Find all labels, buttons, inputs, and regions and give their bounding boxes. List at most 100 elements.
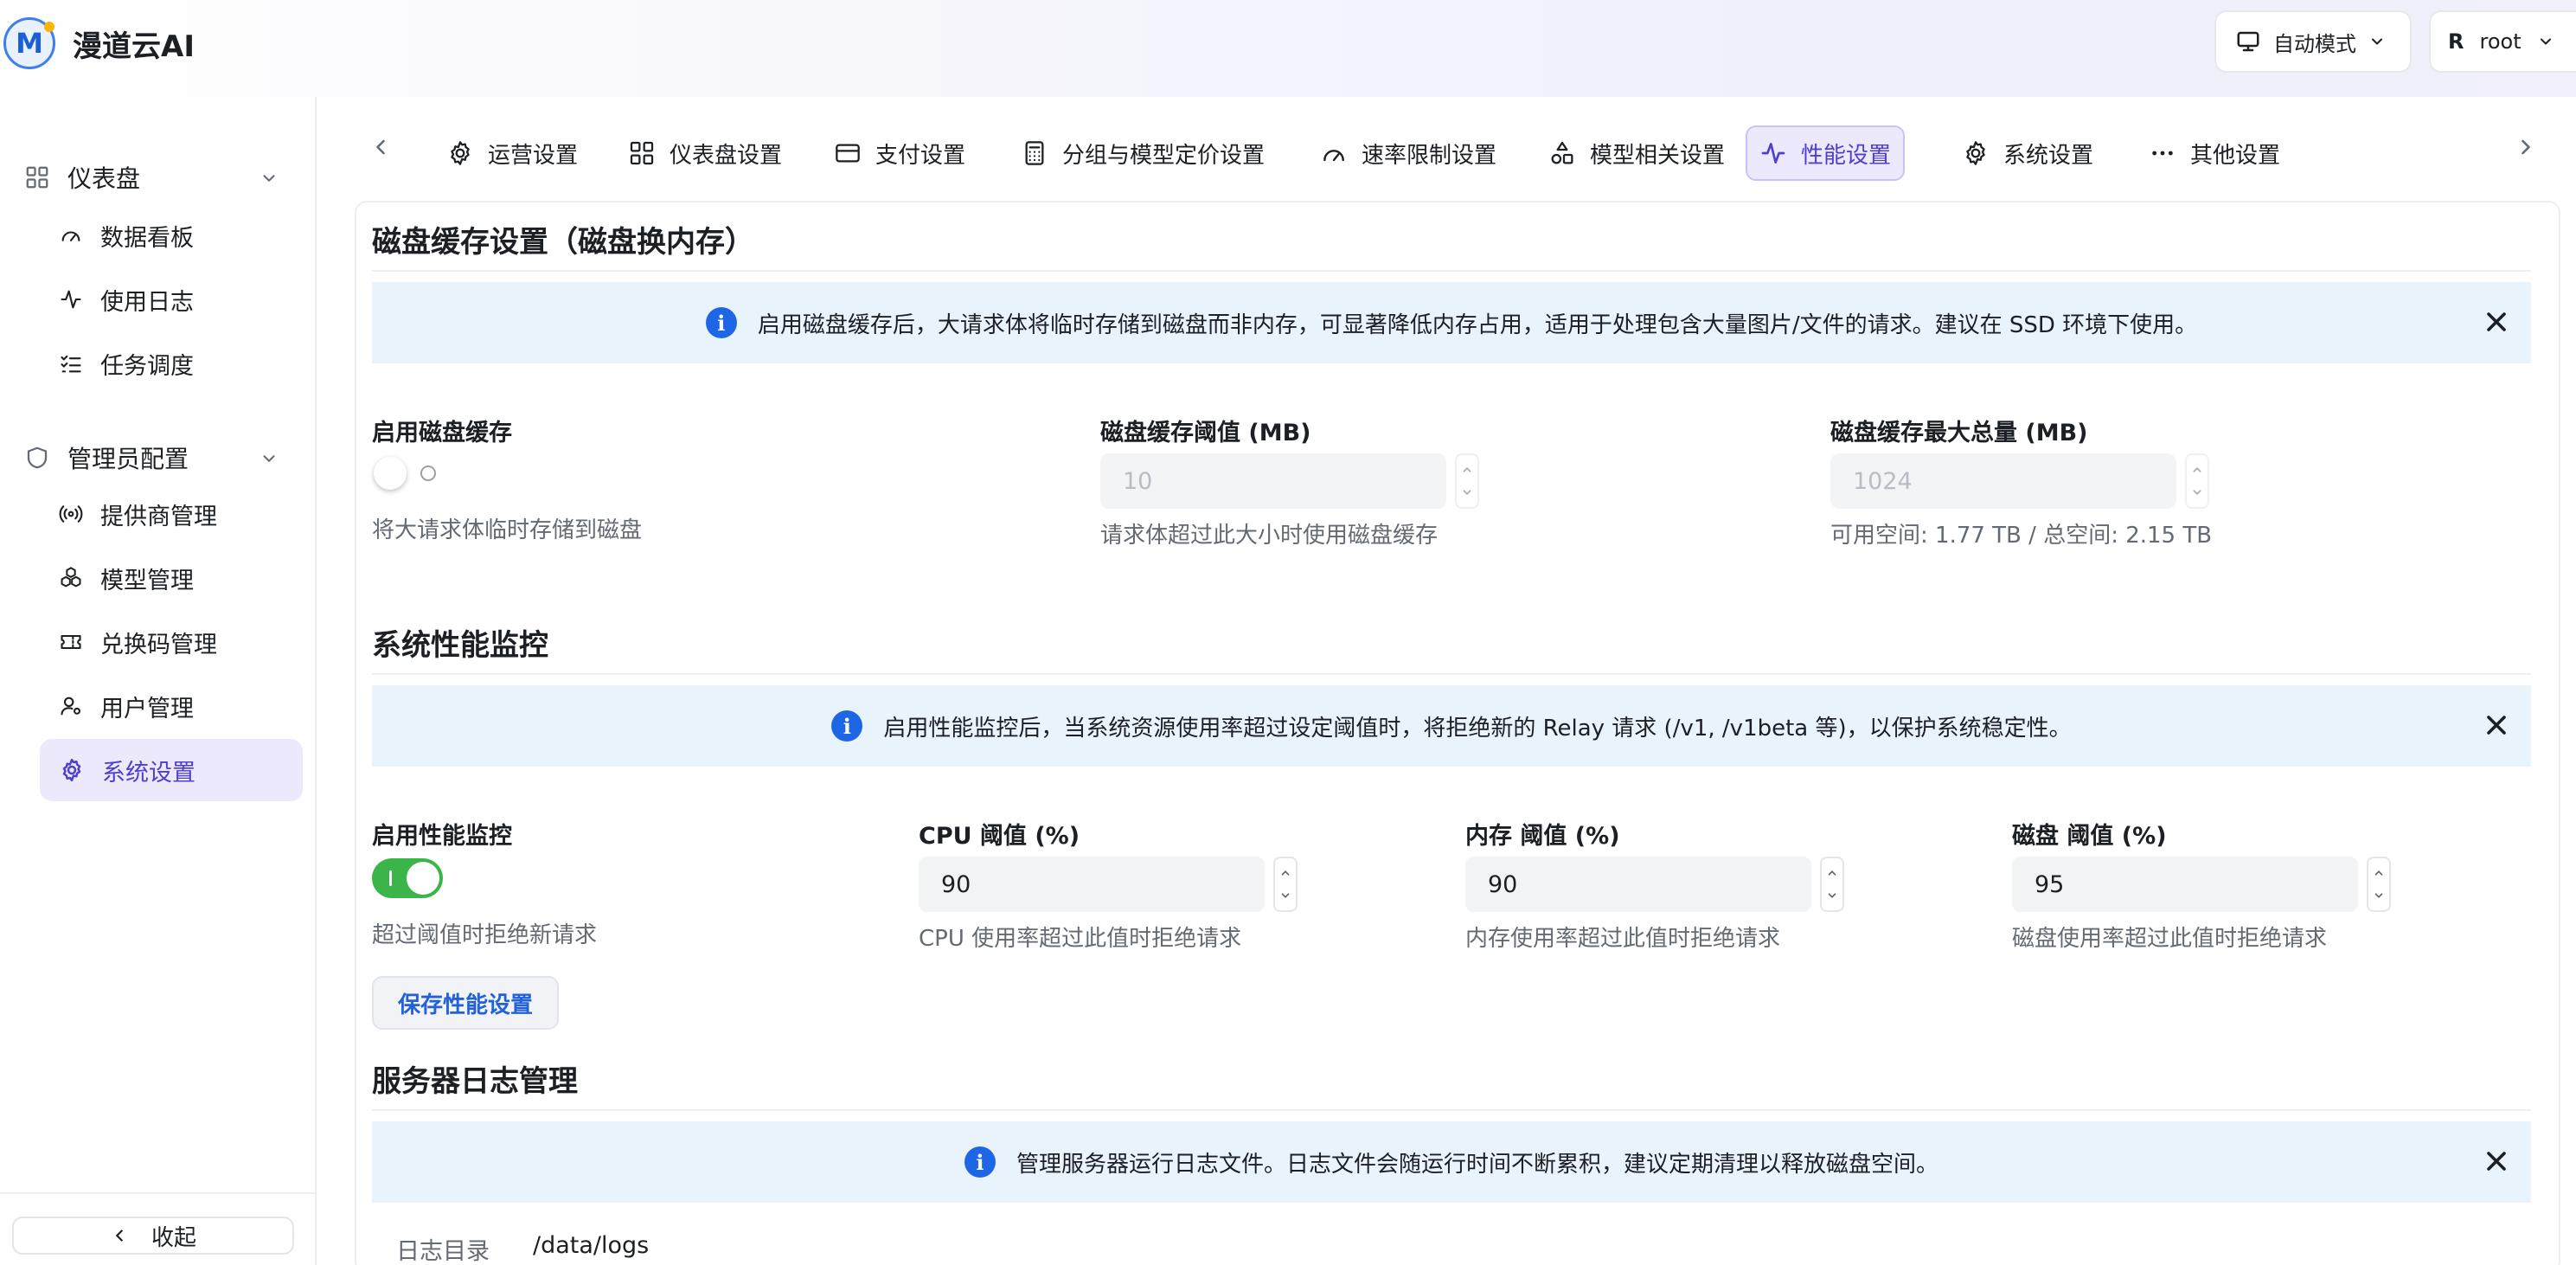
sidebar-item-label: 数据看板: [100, 224, 194, 252]
save-performance-button[interactable]: 保存性能设置: [372, 976, 559, 1030]
sidebar-item-label: 使用日志: [100, 288, 194, 316]
tab-performance-settings[interactable]: 性能设置: [1746, 125, 1906, 181]
disk-cache-threshold-stepper[interactable]: [1455, 453, 1479, 509]
chevron-up-icon[interactable]: [2373, 867, 2385, 879]
close-icon[interactable]: [2481, 1146, 2512, 1177]
toggle-knob: [374, 457, 407, 490]
mem-threshold-help: 内存使用率超过此值时拒绝请求: [1465, 926, 1781, 952]
monitor-icon: [2235, 29, 2261, 55]
chevron-up-icon[interactable]: [1461, 464, 1473, 476]
settings-tabs: 运营设置 仪表盘设置 支付设置 分组与模型定价设置 速率限制设置 模型相关设置: [317, 97, 2576, 201]
perf-monitor-section-title: 系统性能监控: [372, 628, 548, 663]
chevron-up-icon[interactable]: [1826, 867, 1838, 879]
tabs-scroll-right-icon[interactable]: [2514, 135, 2538, 159]
disk-threshold-help: 磁盘使用率超过此值时拒绝请求: [2012, 926, 2328, 952]
sidebar-item-data-dashboard[interactable]: 数据看板: [40, 204, 303, 266]
sidebar-item-label: 系统设置: [102, 759, 195, 787]
collapse-label: 收起: [151, 1224, 196, 1251]
disk-cache-toggle[interactable]: [372, 455, 439, 491]
chevron-down-icon[interactable]: [1826, 889, 1838, 902]
sidebar-item-label: 兑换码管理: [100, 631, 217, 658]
disk-cache-threshold-help: 请求体超过此大小时使用磁盘缓存: [1100, 523, 1439, 549]
log-dir-value: /data/logs: [533, 1232, 650, 1259]
disk-cache-max-help: 可用空间: 1.77 TB / 总空间: 2.15 TB: [1830, 523, 2213, 549]
input-value: 95: [2035, 870, 2065, 898]
sidebar-group-dashboard[interactable]: 仪表盘: [0, 149, 317, 206]
theme-mode-label: 自动模式: [2273, 31, 2356, 56]
chevron-up-icon[interactable]: [1279, 867, 1291, 879]
mem-threshold-stepper[interactable]: [1820, 857, 1844, 912]
sidebar-item-system-settings[interactable]: 系统设置: [40, 739, 303, 801]
sidebar-item-users[interactable]: 用户管理: [40, 675, 303, 737]
chevron-down-icon: [260, 449, 279, 468]
tab-dashboard-settings[interactable]: 仪表盘设置: [616, 125, 794, 181]
toggle-on-indicator: [389, 870, 392, 886]
sidebar-item-models[interactable]: 模型管理: [40, 547, 303, 609]
sidebar-divider: [0, 1192, 317, 1194]
sidebar-group-label: 管理员配置: [67, 445, 189, 473]
section-divider: [372, 673, 2531, 675]
tab-other-settings[interactable]: 其他设置: [2137, 125, 2292, 181]
app-brand[interactable]: M 漫道云AI: [3, 17, 195, 69]
mem-threshold-label: 内存 阈值 (%): [1465, 823, 1620, 850]
cpu-threshold-help: CPU 使用率超过此值时拒绝请求: [919, 926, 1242, 952]
mem-threshold-input[interactable]: 90: [1465, 857, 1811, 912]
cpu-threshold-input[interactable]: 90: [919, 857, 1265, 912]
disk-cache-info-banner: i 启用磁盘缓存后，大请求体将临时存储到磁盘而非内存，可显著降低内存占用，适用于…: [372, 282, 2531, 363]
section-divider: [372, 1109, 2531, 1111]
tab-payment-settings[interactable]: 支付设置: [822, 125, 977, 181]
cubes-icon: [59, 566, 83, 590]
grid-icon: [628, 139, 656, 167]
perf-monitor-toggle[interactable]: [372, 858, 443, 898]
tab-group-pricing-settings[interactable]: 分组与模型定价设置: [1009, 125, 1277, 181]
sidebar-group-admin[interactable]: 管理员配置: [0, 429, 317, 486]
close-icon[interactable]: [2481, 710, 2512, 741]
chevron-up-icon[interactable]: [2191, 464, 2203, 476]
tabs-scroll-left-icon[interactable]: [368, 135, 393, 159]
sidebar-item-label: 提供商管理: [100, 503, 217, 530]
calculator-icon: [1021, 139, 1048, 167]
disk-cache-threshold-input[interactable]: 10: [1100, 453, 1446, 509]
logo-letter: M: [16, 27, 43, 60]
collapse-sidebar-button[interactable]: 收起: [12, 1217, 294, 1255]
sidebar-item-redeem-codes[interactable]: 兑换码管理: [40, 611, 303, 673]
tab-label: 系统设置: [2003, 142, 2094, 169]
toggle-knob: [407, 862, 439, 895]
tab-operation-settings[interactable]: 运营设置: [434, 125, 590, 181]
sidebar-item-providers[interactable]: 提供商管理: [40, 483, 303, 545]
tab-rate-limit-settings[interactable]: 速率限制设置: [1308, 125, 1509, 181]
tab-label: 运营设置: [488, 142, 579, 169]
ticket-icon: [59, 630, 83, 654]
cpu-threshold-label: CPU 阈值 (%): [919, 823, 1080, 850]
activity-icon: [1759, 139, 1787, 167]
disk-threshold-input[interactable]: 95: [2012, 857, 2358, 912]
tab-label: 其他设置: [2190, 142, 2281, 169]
tab-model-settings[interactable]: 模型相关设置: [1536, 125, 1737, 181]
tab-system-settings[interactable]: 系统设置: [1950, 125, 2105, 181]
enable-perf-monitor-label: 启用性能监控: [372, 823, 512, 850]
input-value: 90: [1488, 870, 1518, 898]
disk-cache-max-stepper[interactable]: [2185, 453, 2209, 509]
cpu-threshold-stepper[interactable]: [1273, 857, 1298, 912]
server-logs-section-title: 服务器日志管理: [372, 1064, 578, 1099]
sidebar-item-task-schedule[interactable]: 任务调度: [40, 332, 303, 395]
info-icon: i: [705, 307, 737, 338]
chevron-down-icon[interactable]: [2373, 889, 2385, 902]
theme-mode-button[interactable]: 自动模式: [2214, 10, 2412, 73]
chevron-down-icon[interactable]: [2191, 486, 2203, 498]
user-menu-button[interactable]: R root: [2429, 10, 2576, 73]
close-icon[interactable]: [2481, 306, 2512, 337]
user-gear-icon: [59, 694, 83, 718]
chevron-down-icon[interactable]: [1461, 486, 1473, 498]
activity-icon: [59, 287, 83, 311]
logo-dot: [44, 22, 54, 32]
chevron-down-icon[interactable]: [1279, 889, 1291, 902]
avatar: R: [2448, 29, 2464, 54]
sidebar-item-usage-logs[interactable]: 使用日志: [40, 268, 303, 331]
disk-cache-max-input[interactable]: 1024: [1830, 453, 2176, 509]
gauge-icon: [1320, 139, 1348, 167]
disk-threshold-stepper[interactable]: [2367, 857, 2391, 912]
log-dir-label: 日志目录: [396, 1238, 490, 1265]
sidebar: 仪表盘 数据看板 使用日志 任务调度 管理员配置 提供商管理 模型管理 兑换码管…: [0, 97, 317, 1265]
input-value: 10: [1123, 467, 1153, 495]
